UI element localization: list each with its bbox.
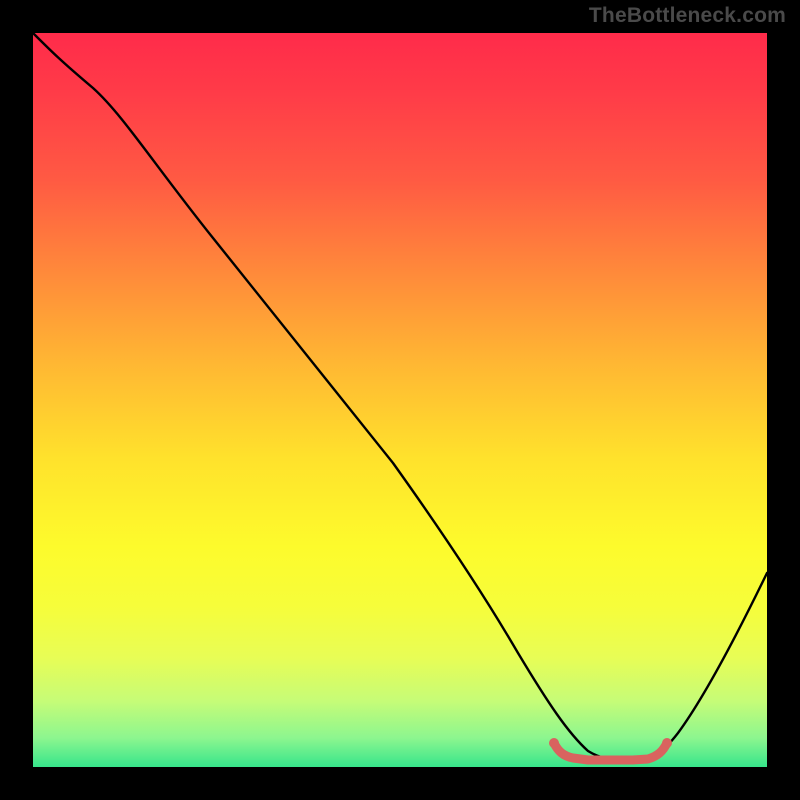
bottleneck-curve	[33, 33, 767, 760]
optimal-range-end-left	[549, 738, 559, 748]
optimal-range-marker	[554, 743, 667, 760]
optimal-range-end-right	[662, 738, 672, 748]
plot-area	[33, 33, 767, 767]
chart-frame: TheBottleneck.com	[0, 0, 800, 800]
curve-layer	[33, 33, 767, 767]
watermark-label: TheBottleneck.com	[589, 4, 786, 28]
